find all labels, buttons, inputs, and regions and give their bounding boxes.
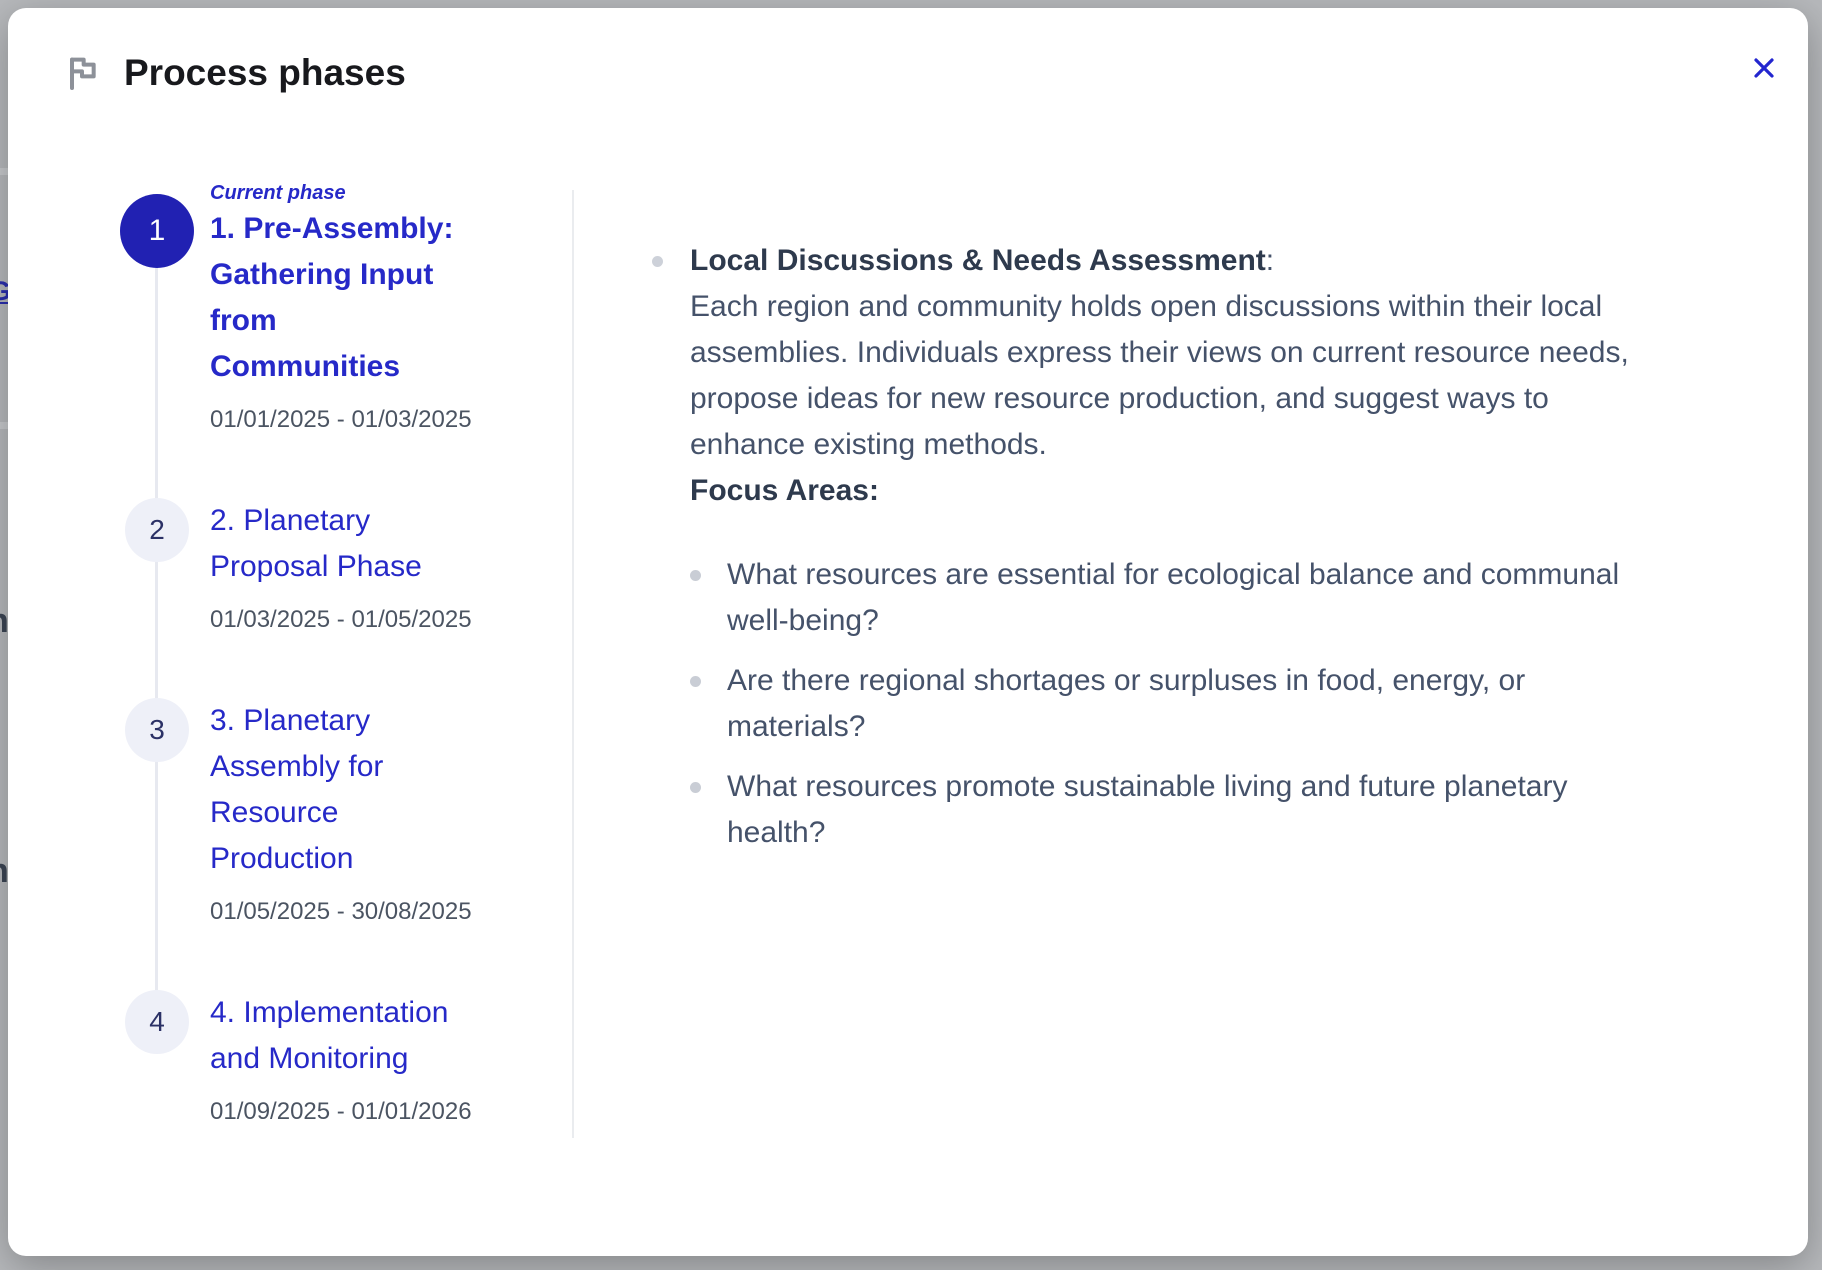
dialog-title: Process phases [124,52,406,94]
step-1-circle[interactable]: 1 [120,194,194,268]
bullet-dot [690,782,701,793]
page-background: { "window": { "title": "Process phases" … [0,0,1822,1270]
focus-list-item: Are there regional shortages or surpluse… [690,658,1629,750]
step-4-title[interactable]: 4. Implementation and Monitoring [210,990,482,1082]
timeline-step-4[interactable]: 4 4. Implementation and Monitoring 01/09… [120,990,520,1128]
step-marker-column: 2 [120,498,194,636]
focus-item-text: What resources promote sustainable livin… [727,764,1567,856]
step-1-text: Current phase 1. Pre-Assembly: Gathering… [210,180,482,436]
details-item-body: Local Discussions & Needs Assessment: Ea… [690,238,1629,870]
phase-details-panel: Local Discussions & Needs Assessment: Ea… [652,238,1782,870]
step-3-circle[interactable]: 3 [125,698,189,762]
flag-icon [62,52,102,94]
timeline-step-3[interactable]: 3 3. Planetary Assembly for Resource Pro… [120,698,520,928]
step-marker-column: 1 [120,180,194,436]
step-4-circle[interactable]: 4 [125,990,189,1054]
details-paragraph: Each region and community holds open dis… [690,284,1629,468]
current-phase-badge: Current phase [210,180,482,206]
step-2-circle[interactable]: 2 [125,498,189,562]
timeline-step-2[interactable]: 2 2. Planetary Proposal Phase 01/03/2025… [120,498,520,636]
bullet-dot [690,676,701,687]
step-2-text: 2. Planetary Proposal Phase 01/03/2025 -… [210,498,482,636]
step-4-text: 4. Implementation and Monitoring 01/09/2… [210,990,482,1128]
dialog-header: Process phases [62,52,406,94]
step-marker-column: 4 [120,990,194,1128]
step-marker-column: 3 [120,698,194,928]
bullet-dot [652,256,663,267]
step-2-dates: 01/03/2025 - 01/05/2025 [210,604,482,636]
details-heading-suffix: : [1266,244,1274,277]
background-card-edge [0,422,8,429]
focus-areas-heading: Focus Areas: [690,468,1629,514]
phase-timeline: 1 Current phase 1. Pre-Assembly: Gatheri… [120,180,520,1128]
step-1-dates: 01/01/2025 - 01/03/2025 [210,404,482,436]
process-phases-dialog: Process phases 1 Current phase 1. Pre-As… [8,8,1808,1256]
timeline-step-1[interactable]: 1 Current phase 1. Pre-Assembly: Gatheri… [120,180,520,436]
step-3-text: 3. Planetary Assembly for Resource Produ… [210,698,482,928]
step-3-dates: 01/05/2025 - 30/08/2025 [210,896,482,928]
focus-item-text: Are there regional shortages or surpluse… [727,658,1525,750]
step-1-title[interactable]: 1. Pre-Assembly: Gathering Input from Co… [210,206,482,390]
focus-item-text: What resources are essential for ecologi… [727,552,1619,644]
focus-list-item: What resources are essential for ecologi… [690,552,1629,644]
step-2-title[interactable]: 2. Planetary Proposal Phase [210,498,482,590]
step-4-dates: 01/09/2025 - 01/01/2026 [210,1096,482,1128]
column-divider [572,190,574,1138]
details-heading-bold: Local Discussions & Needs Assessment [690,244,1266,277]
close-x-icon [1751,55,1777,86]
close-button[interactable] [1750,56,1778,84]
focus-list-item: What resources promote sustainable livin… [690,764,1629,856]
details-list-item: Local Discussions & Needs Assessment: Ea… [652,238,1782,870]
background-card-edge [0,168,8,175]
focus-areas-list: What resources are essential for ecologi… [690,552,1629,856]
details-item-heading: Local Discussions & Needs Assessment: [690,238,1629,284]
bullet-dot [690,570,701,581]
step-3-title[interactable]: 3. Planetary Assembly for Resource Produ… [210,698,482,882]
